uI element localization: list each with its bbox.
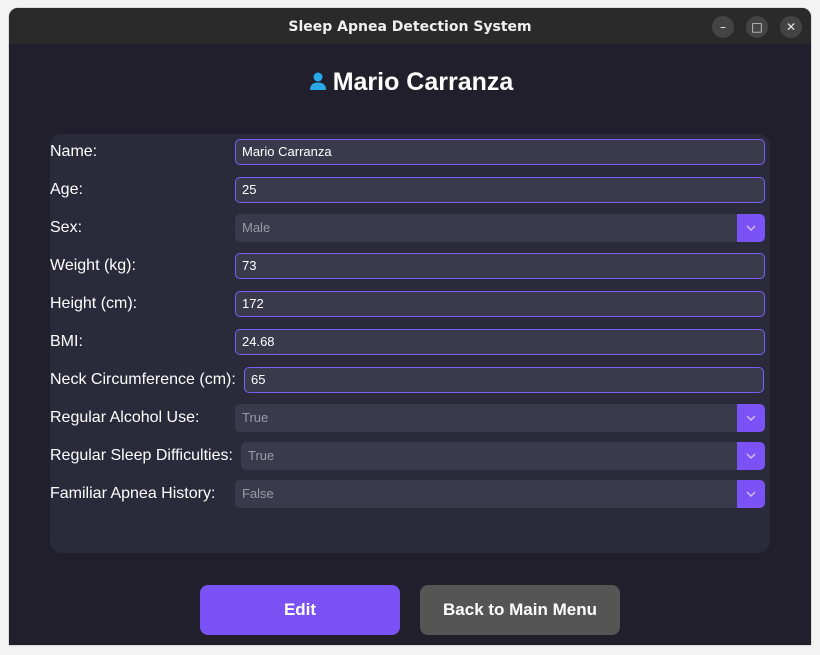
- patient-header: Mario Carranza: [9, 64, 811, 100]
- title-bar[interactable]: Sleep Apnea Detection System – □ ✕: [9, 8, 811, 44]
- sex-value: Male: [242, 220, 271, 235]
- neck-circumference-label: Neck Circumference (cm):: [50, 371, 236, 388]
- close-button[interactable]: ✕: [780, 16, 802, 38]
- alcohol-use-value: True: [242, 410, 269, 425]
- sex-label: Sex:: [50, 219, 83, 236]
- chevron-down-icon[interactable]: [737, 214, 765, 242]
- height-field[interactable]: 172: [235, 291, 765, 317]
- maximize-button[interactable]: □: [746, 16, 768, 38]
- person-icon: [307, 66, 329, 90]
- sex-dropdown[interactable]: Male: [235, 214, 765, 242]
- height-label: Height (cm):: [50, 295, 138, 312]
- sleep-difficulties-label: Regular Sleep Difficulties:: [50, 447, 233, 464]
- weight-field[interactable]: 73: [235, 253, 765, 279]
- apnea-history-dropdown[interactable]: False: [235, 480, 765, 508]
- chevron-down-icon[interactable]: [737, 442, 765, 470]
- weight-label: Weight (kg):: [50, 257, 136, 274]
- bmi-label: BMI:: [50, 333, 83, 350]
- sleep-difficulties-dropdown[interactable]: True: [241, 442, 765, 470]
- window-title: Sleep Apnea Detection System: [288, 19, 532, 35]
- apnea-history-value: False: [242, 486, 274, 501]
- apnea-history-label: Familiar Apnea History:: [50, 485, 216, 502]
- minimize-button[interactable]: –: [712, 16, 734, 38]
- chevron-down-icon[interactable]: [737, 404, 765, 432]
- patient-name-title: Mario Carranza: [332, 68, 514, 96]
- age-field[interactable]: 25: [235, 177, 765, 203]
- alcohol-use-label: Regular Alcohol Use:: [50, 409, 200, 426]
- name-field[interactable]: Mario Carranza: [235, 139, 765, 165]
- sleep-difficulties-value: True: [248, 448, 275, 463]
- back-to-main-menu-button[interactable]: Back to Main Menu: [420, 585, 620, 635]
- neck-circumference-field[interactable]: 65: [244, 367, 764, 393]
- chevron-down-icon[interactable]: [737, 480, 765, 508]
- alcohol-use-dropdown[interactable]: True: [235, 404, 765, 432]
- name-label: Name:: [50, 143, 98, 160]
- bmi-field[interactable]: 24.68: [235, 329, 765, 355]
- age-label: Age:: [50, 181, 83, 198]
- edit-button[interactable]: Edit: [200, 585, 400, 635]
- app-window: Sleep Apnea Detection System – □ ✕ Mario…: [9, 8, 811, 645]
